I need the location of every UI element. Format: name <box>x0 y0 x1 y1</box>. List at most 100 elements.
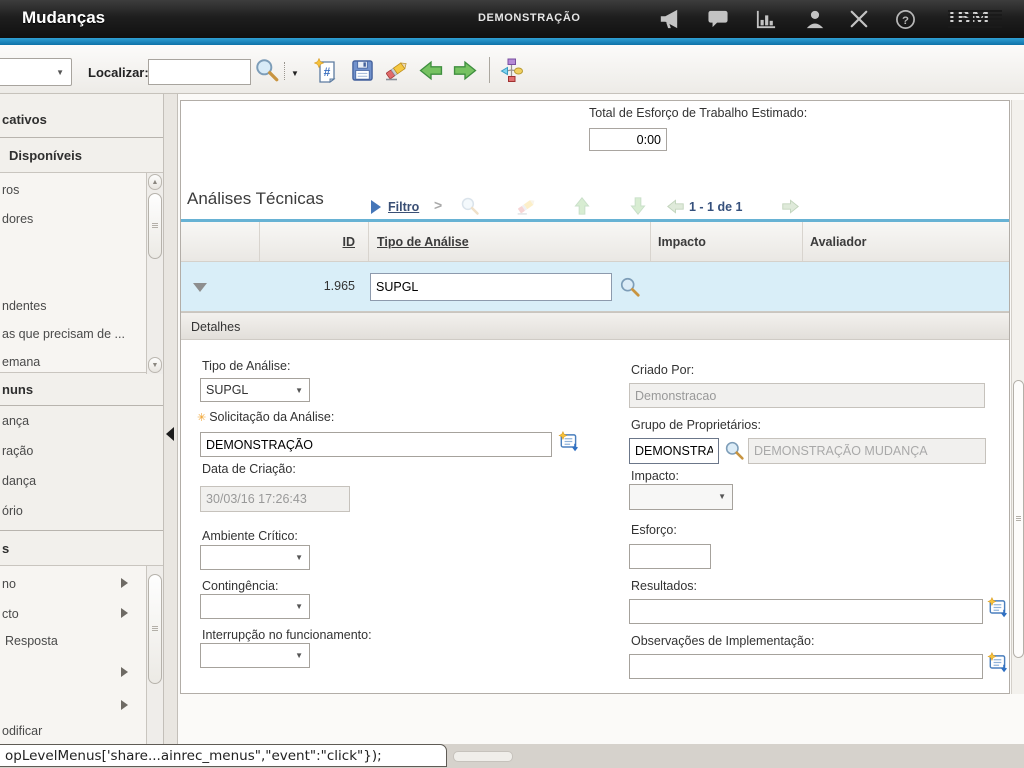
sidebar-header-acoes-comuns[interactable]: nuns <box>0 382 163 397</box>
main-scrollbar[interactable] <box>1011 100 1024 694</box>
sidebar-item-menu[interactable]: Resposta <box>0 634 163 648</box>
total-effort-input[interactable] <box>589 128 667 151</box>
sidebar-item-query[interactable]: dores <box>0 212 163 226</box>
divider <box>284 62 285 80</box>
search-icon[interactable] <box>254 57 280 83</box>
horizontal-scrollbar-thumb[interactable] <box>453 751 513 762</box>
contingencia-select[interactable]: ▼ <box>200 594 310 619</box>
sidebar-item-query[interactable]: as que precisam de ... <box>0 327 163 341</box>
observacoes-input[interactable] <box>629 654 983 679</box>
scroll-down-icon[interactable]: ▼ <box>148 357 162 373</box>
accent-line <box>0 38 1024 45</box>
contingencia-label: Contingência: <box>202 579 278 593</box>
interrupcao-select[interactable]: ▼ <box>200 643 310 668</box>
solicitacao-input[interactable] <box>200 432 552 457</box>
sidebar-item-menu[interactable]: no <box>0 577 163 591</box>
sidebar-scrollbar[interactable]: ▲ ▼ <box>146 173 163 374</box>
sidebar-item-query[interactable]: ndentes <box>0 299 163 313</box>
grupo-descricao-input <box>748 438 986 464</box>
save-icon[interactable] <box>349 57 375 83</box>
divider <box>0 530 163 531</box>
column-tipo-analise[interactable]: Tipo de Análise <box>368 222 650 261</box>
sidebar-header-disponiveis[interactable]: Disponíveis <box>0 148 163 163</box>
column-id[interactable]: ID <box>259 222 368 261</box>
grupo-lookup-icon[interactable] <box>724 440 745 466</box>
long-description-icon[interactable] <box>558 430 580 458</box>
app-title: Mudanças <box>22 8 105 28</box>
query-select[interactable]: ▼ <box>0 58 72 86</box>
help-icon[interactable]: ? <box>892 6 918 32</box>
table-search-icon[interactable] <box>459 195 481 217</box>
previous-record-icon[interactable] <box>418 57 444 83</box>
grupo-proprietarios-label: Grupo de Proprietários: <box>631 418 761 432</box>
new-record-icon[interactable]: # <box>313 57 339 83</box>
sidebar-queries-panel: ros dores ndentes as que precisam de ...… <box>0 172 163 373</box>
sidebar-header-aplicativos[interactable]: cativos <box>0 112 163 127</box>
sidebar-item-query[interactable]: ros <box>0 183 163 197</box>
sidebar-item-menu[interactable]: odificar <box>0 724 163 738</box>
solicitacao-label: ✳Solicitação da Análise: <box>197 410 334 424</box>
titlebar: Mudanças DEMONSTRAÇÃO ? IBM <box>0 0 1024 38</box>
sidebar-item-query[interactable]: emana <box>0 355 163 369</box>
clear-changes-icon[interactable] <box>383 57 409 83</box>
row-tipo-input[interactable] <box>370 273 612 301</box>
sidebar-item-action[interactable]: ório <box>0 504 163 518</box>
next-record-icon[interactable] <box>452 57 478 83</box>
table-row[interactable]: 1.965 <box>181 262 1009 312</box>
divider <box>0 137 163 138</box>
esforco-input[interactable] <box>629 544 711 569</box>
impacto-select[interactable]: ▼ <box>629 484 733 510</box>
data-criacao-input <box>200 486 350 512</box>
move-up-icon[interactable] <box>571 195 593 217</box>
search-input[interactable] <box>148 59 251 85</box>
submenu-arrow-icon <box>121 667 128 677</box>
scrollbar-thumb[interactable] <box>1013 380 1024 658</box>
scrollbar-thumb[interactable] <box>148 193 162 259</box>
record-panel: Total de Esforço de Trabalho Estimado: A… <box>180 100 1010 694</box>
tipo-analise-select[interactable]: SUPGL▼ <box>200 378 310 402</box>
filter-link[interactable]: Filtro <box>388 200 419 214</box>
sidebar-header-mais-acoes[interactable]: s <box>0 541 163 556</box>
profile-icon[interactable] <box>802 6 828 32</box>
scroll-up-icon[interactable]: ▲ <box>148 174 162 190</box>
total-effort-label: Total de Esforço de Trabalho Estimado: <box>589 106 807 120</box>
announcements-icon[interactable] <box>656 6 682 32</box>
clear-filter-icon[interactable] <box>515 195 537 217</box>
filter-expand-icon[interactable] <box>371 200 381 214</box>
localizar-label: Localizar: <box>88 65 149 80</box>
resultados-input[interactable] <box>629 599 983 624</box>
ambiente-critico-select[interactable]: ▼ <box>200 545 310 570</box>
search-options-arrow-icon[interactable]: ▼ <box>291 69 299 78</box>
details-header: Detalhes <box>181 312 1009 340</box>
ibm-logo: IBM <box>948 8 1002 28</box>
next-page-icon[interactable] <box>779 195 801 217</box>
chat-icon[interactable] <box>705 6 731 32</box>
reports-icon[interactable] <box>753 6 779 32</box>
sidebar: cativos Disponíveis ros dores ndentes as… <box>0 94 163 744</box>
sidebar-item-action[interactable]: ração <box>0 444 163 458</box>
signout-icon[interactable] <box>846 6 872 32</box>
sidebar-item-action[interactable]: ança <box>0 414 163 428</box>
long-description-icon[interactable] <box>987 651 1009 679</box>
row-lookup-icon[interactable] <box>619 276 641 298</box>
app-window: Mudanças DEMONSTRAÇÃO ? IBM ▼ Localizar: <box>0 0 1024 768</box>
sidebar-item-menu[interactable]: cto <box>0 607 163 621</box>
environment-label: DEMONSTRAÇÃO <box>478 12 581 24</box>
row-expand-icon[interactable] <box>193 283 207 292</box>
sidebar-item-action[interactable]: dança <box>0 474 163 488</box>
workflow-icon[interactable] <box>498 57 524 83</box>
divider <box>0 405 163 406</box>
grupo-proprietarios-input[interactable] <box>629 438 719 464</box>
toolbar: ▼ Localizar: ▼ # <box>0 45 1024 94</box>
collapse-sidebar-icon[interactable] <box>166 427 174 441</box>
svg-text:#: # <box>324 65 331 79</box>
sidebar-scrollbar[interactable] <box>146 566 163 744</box>
scrollbar-thumb[interactable] <box>148 574 162 684</box>
long-description-icon[interactable] <box>987 596 1009 624</box>
move-down-icon[interactable] <box>627 195 649 217</box>
tipo-analise-label: Tipo de Análise: <box>202 359 290 373</box>
previous-page-icon[interactable] <box>664 195 686 217</box>
column-avaliador: Avaliador <box>802 222 1009 261</box>
sidebar-splitter[interactable] <box>163 94 178 744</box>
criado-por-input <box>629 383 985 408</box>
